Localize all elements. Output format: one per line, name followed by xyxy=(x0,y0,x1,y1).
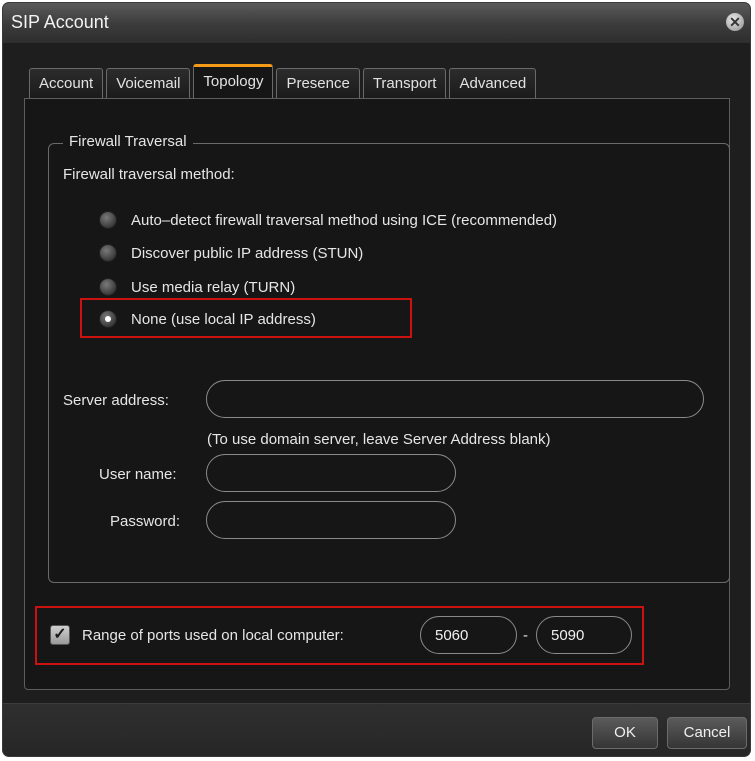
radio-label: None (use local IP address) xyxy=(131,310,316,328)
checkmark-icon: ✓ xyxy=(53,626,67,643)
close-icon[interactable]: ✕ xyxy=(726,13,744,31)
port-from-input[interactable] xyxy=(420,616,517,654)
username-label: User name: xyxy=(99,466,177,483)
password-input[interactable] xyxy=(206,501,456,539)
tab-advanced[interactable]: Advanced xyxy=(449,68,537,98)
ok-button[interactable]: OK xyxy=(592,717,658,749)
tab-transport[interactable]: Transport xyxy=(362,68,447,98)
tab-account[interactable]: Account xyxy=(29,68,104,98)
tab-voicemail[interactable]: Voicemail xyxy=(106,68,191,98)
firewall-traversal-group: Firewall Traversal Firewall traversal me… xyxy=(48,133,730,583)
dialog-footer: OK Cancel xyxy=(3,703,750,756)
title-bar[interactable]: SIP Account ✕ xyxy=(3,3,750,43)
radio-button-selected[interactable] xyxy=(99,310,117,328)
server-address-label: Server address: xyxy=(63,392,169,409)
radio-label: Auto–detect firewall traversal method us… xyxy=(131,211,558,229)
radio-button[interactable] xyxy=(99,278,117,296)
port-separator: - xyxy=(523,627,528,644)
method-label: Firewall traversal method: xyxy=(63,166,235,183)
server-hint: (To use domain server, leave Server Addr… xyxy=(207,431,551,448)
username-input[interactable] xyxy=(206,454,456,492)
tab-bar: Account Voicemail Topology Presence Tran… xyxy=(29,64,539,99)
radio-option-ice[interactable]: Auto–detect firewall traversal method us… xyxy=(99,211,557,229)
radio-button[interactable] xyxy=(99,244,117,262)
port-to-input[interactable] xyxy=(536,616,632,654)
cancel-button[interactable]: Cancel xyxy=(667,717,747,749)
sip-account-dialog: SIP Account ✕ Account Voicemail Topology… xyxy=(3,3,750,756)
tab-presence[interactable]: Presence xyxy=(276,68,360,98)
server-address-input[interactable] xyxy=(206,380,704,418)
password-label: Password: xyxy=(110,513,181,530)
ports-label: Range of ports used on local computer: xyxy=(82,627,344,644)
radio-option-stun[interactable]: Discover public IP address (STUN) xyxy=(99,244,363,262)
radio-option-none[interactable]: None (use local IP address) xyxy=(99,310,316,328)
group-title: Firewall Traversal xyxy=(63,133,193,150)
radio-option-turn[interactable]: Use media relay (TURN) xyxy=(99,278,295,296)
dialog-title: SIP Account xyxy=(11,12,109,32)
radio-label: Use media relay (TURN) xyxy=(131,278,296,296)
ports-checkbox[interactable]: ✓ xyxy=(50,625,70,645)
topology-panel: Firewall Traversal Firewall traversal me… xyxy=(24,98,730,690)
radio-label: Discover public IP address (STUN) xyxy=(131,244,364,262)
tab-topology[interactable]: Topology xyxy=(193,64,274,99)
radio-button[interactable] xyxy=(99,211,117,229)
